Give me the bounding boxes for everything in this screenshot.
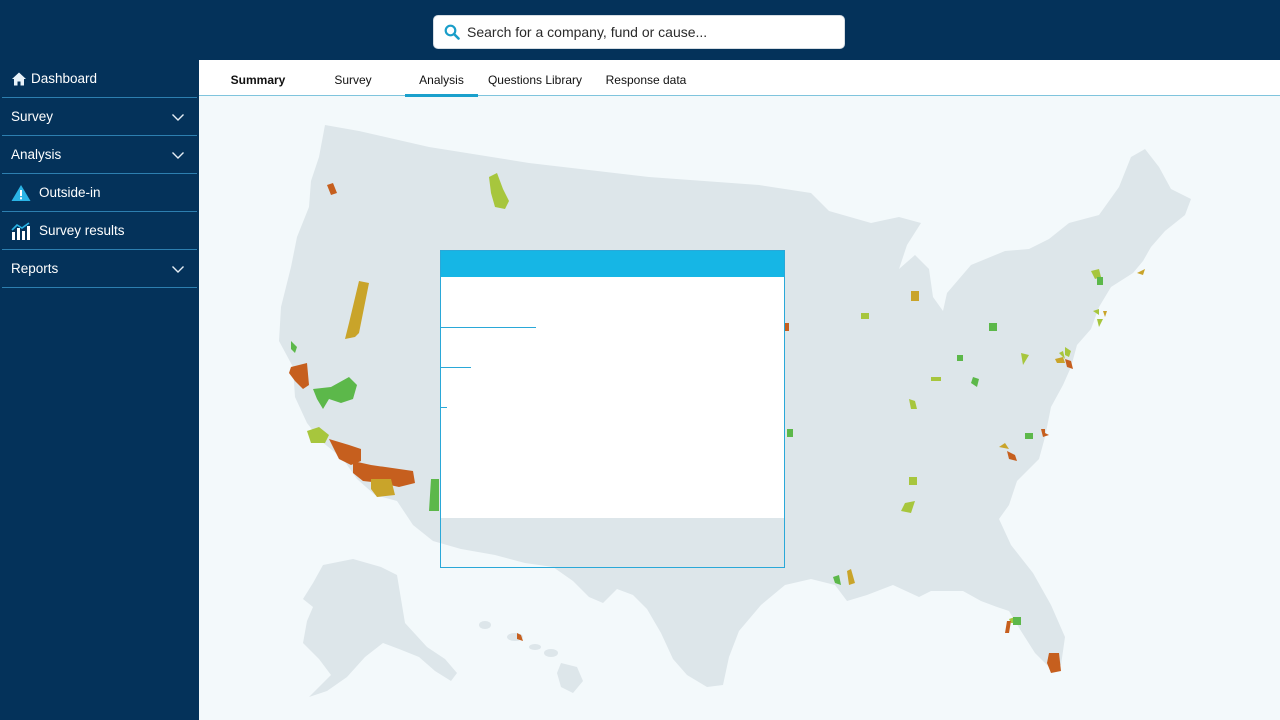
search-input[interactable] xyxy=(467,24,827,40)
sidebar: Dashboard Survey Analysis Outside-in Sur… xyxy=(0,60,199,720)
map-region xyxy=(1013,617,1021,625)
map-region xyxy=(1097,319,1103,327)
map-region xyxy=(989,323,997,331)
sidebar-item-analysis[interactable]: Analysis xyxy=(2,136,197,174)
search-icon xyxy=(444,24,460,40)
tab-response-data[interactable]: Response data xyxy=(601,60,691,96)
map-region xyxy=(1005,621,1011,633)
sidebar-item-survey[interactable]: Survey xyxy=(2,98,197,136)
sidebar-item-reports[interactable]: Reports xyxy=(2,250,197,288)
tab-analysis[interactable]: Analysis xyxy=(405,60,478,97)
warning-icon xyxy=(11,183,31,203)
sidebar-item-label: Reports xyxy=(11,261,59,276)
sidebar-item-dashboard[interactable]: Dashboard xyxy=(2,60,197,98)
tab-questions-library[interactable]: Questions Library xyxy=(485,60,585,96)
chevron-down-icon[interactable] xyxy=(171,262,185,276)
top-bar xyxy=(0,0,1280,60)
map-popup[interactable] xyxy=(440,250,785,568)
bar-chart-icon xyxy=(11,221,31,241)
home-icon xyxy=(11,69,27,89)
popup-divider xyxy=(441,327,536,328)
map-region xyxy=(1097,277,1103,285)
popup-body xyxy=(441,277,784,518)
map-region xyxy=(909,477,917,485)
popup-divider xyxy=(441,367,471,368)
sidebar-item-label: Outside-in xyxy=(39,185,101,200)
chevron-down-icon[interactable] xyxy=(171,148,185,162)
search-box[interactable] xyxy=(433,15,845,49)
map-region xyxy=(911,291,919,301)
map-region xyxy=(1137,269,1145,275)
map-region xyxy=(1103,311,1107,317)
chevron-down-icon[interactable] xyxy=(171,110,185,124)
sidebar-item-label: Survey results xyxy=(39,223,125,238)
map-region xyxy=(1025,433,1033,439)
popup-divider xyxy=(441,407,447,408)
tab-survey[interactable]: Survey xyxy=(323,60,383,96)
popup-header xyxy=(441,251,784,277)
map-land-hawaii xyxy=(479,621,583,693)
map-region xyxy=(1047,653,1061,673)
sidebar-item-outside-in[interactable]: Outside-in xyxy=(2,174,197,212)
sidebar-item-label: Dashboard xyxy=(31,71,98,86)
map-region xyxy=(861,313,869,319)
map-region xyxy=(931,377,941,381)
map-region xyxy=(785,323,789,331)
sidebar-item-survey-results[interactable]: Survey results xyxy=(2,212,197,250)
tab-summary[interactable]: Summary xyxy=(223,60,293,96)
sidebar-item-label: Analysis xyxy=(11,147,62,162)
tab-bar: Summary Survey Analysis Questions Librar… xyxy=(199,60,1280,97)
map-region xyxy=(957,355,963,361)
map-region xyxy=(787,429,793,437)
map-land-alaska xyxy=(303,559,457,697)
sidebar-item-label: Survey xyxy=(11,109,54,124)
